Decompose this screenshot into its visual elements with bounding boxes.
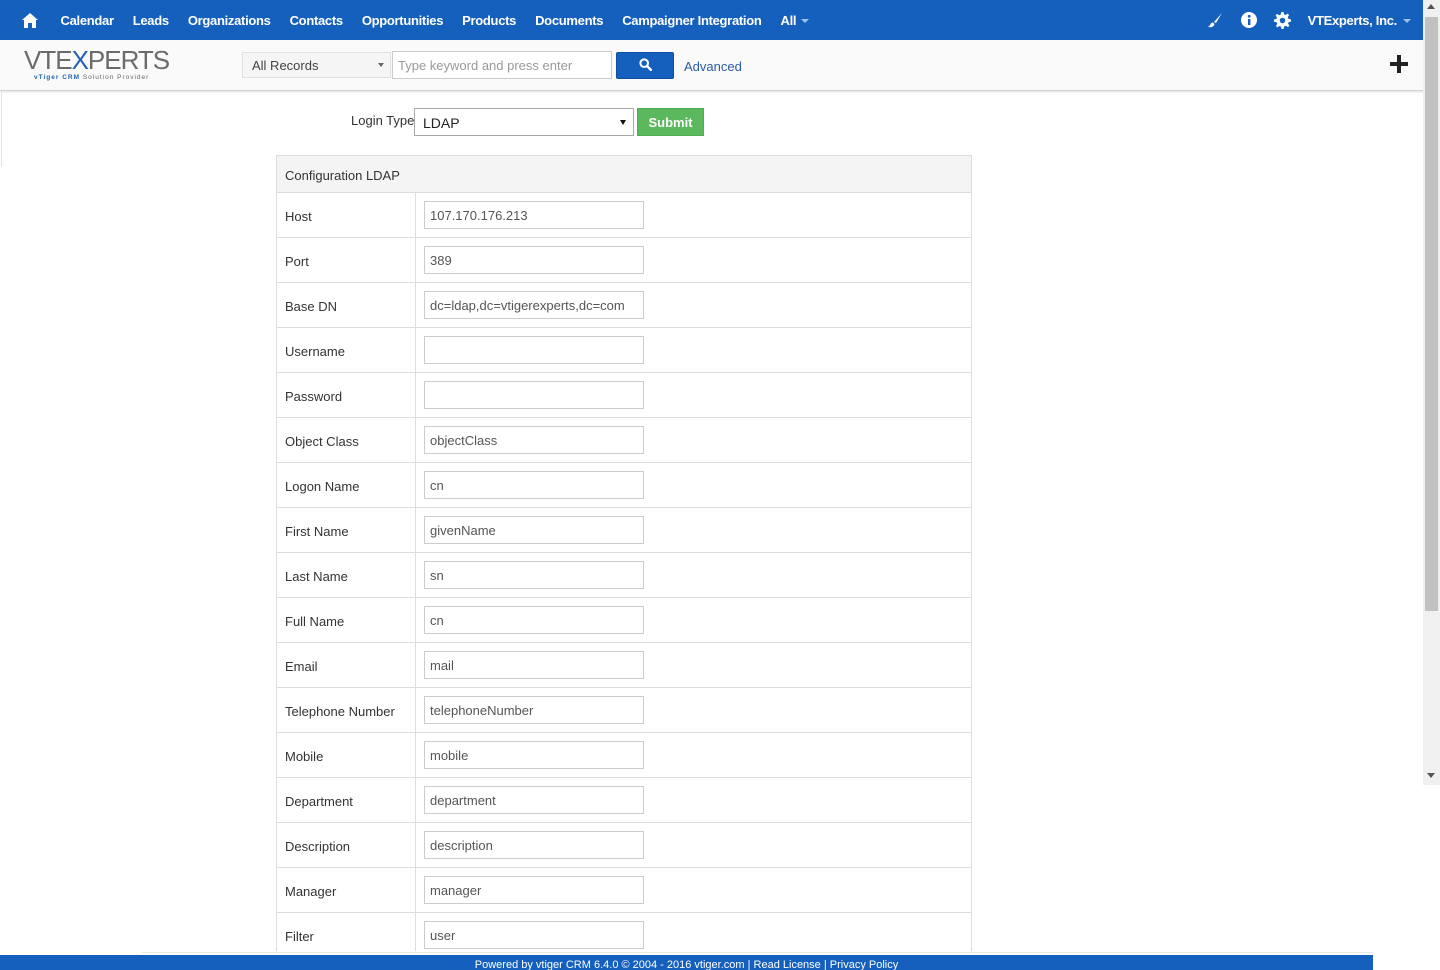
dropdown-arrow-icon bbox=[620, 120, 626, 125]
config-row-full-name: Full Name bbox=[277, 598, 971, 643]
config-row-username: Username bbox=[277, 328, 971, 373]
config-label: Email bbox=[277, 643, 416, 687]
nav-item-documents[interactable]: Documents bbox=[526, 13, 613, 28]
config-label: Description bbox=[277, 823, 416, 867]
scroll-up-icon[interactable] bbox=[1427, 4, 1435, 9]
nav-item-leads[interactable]: Leads bbox=[123, 13, 178, 28]
host-input[interactable] bbox=[424, 201, 644, 229]
page-scrollbar[interactable] bbox=[1423, 0, 1440, 785]
config-row-port: Port bbox=[277, 238, 971, 283]
chevron-down-icon bbox=[378, 63, 384, 67]
chevron-down-icon bbox=[1403, 19, 1411, 24]
config-title: Configuration LDAP bbox=[277, 156, 971, 193]
footer-bar: Powered by vtiger CRM 6.4.0 © 2004 - 201… bbox=[0, 955, 1373, 970]
submit-button[interactable]: Submit bbox=[637, 108, 704, 136]
config-row-manager: Manager bbox=[277, 868, 971, 913]
search-icon bbox=[638, 57, 652, 74]
config-row-password: Password bbox=[277, 373, 971, 418]
config-row-host: Host bbox=[277, 193, 971, 238]
port-input[interactable] bbox=[424, 246, 644, 274]
config-row-first-name: First Name bbox=[277, 508, 971, 553]
first-name-input[interactable] bbox=[424, 516, 644, 544]
object-class-input[interactable] bbox=[424, 426, 644, 454]
search-scope-select[interactable]: All Records bbox=[242, 52, 391, 78]
username-input[interactable] bbox=[424, 336, 644, 364]
config-label: Filter bbox=[277, 913, 416, 951]
advanced-search-link[interactable]: Advanced bbox=[684, 59, 742, 74]
search-bar-area: VTEXPERTS vTiger CRM Solution Provider A… bbox=[0, 40, 1423, 91]
config-row-object-class: Object Class bbox=[277, 418, 971, 463]
add-icon[interactable] bbox=[1390, 55, 1408, 73]
nav-item-all-dropdown[interactable]: All bbox=[771, 13, 819, 28]
paintbrush-icon[interactable] bbox=[1205, 10, 1225, 30]
full-name-input[interactable] bbox=[424, 606, 644, 634]
ldap-config-table: Configuration LDAP Host Port Base DN Use… bbox=[276, 155, 972, 951]
config-row-logon-name: Logon Name bbox=[277, 463, 971, 508]
config-row-filter: Filter bbox=[277, 913, 971, 951]
config-label: Department bbox=[277, 778, 416, 822]
footer-divider bbox=[142, 952, 1373, 953]
nav-item-contacts[interactable]: Contacts bbox=[280, 13, 352, 28]
login-type-select[interactable]: LDAP bbox=[414, 108, 634, 136]
search-scope-value: All Records bbox=[252, 58, 319, 73]
info-icon[interactable] bbox=[1239, 10, 1259, 30]
home-icon[interactable] bbox=[21, 11, 39, 29]
config-label: Last Name bbox=[277, 553, 416, 597]
user-name: VTExperts, Inc. bbox=[1307, 12, 1398, 28]
scrollbar-thumb[interactable] bbox=[1425, 17, 1438, 611]
chevron-down-icon bbox=[801, 19, 810, 24]
config-label: Port bbox=[277, 238, 416, 282]
password-input[interactable] bbox=[424, 381, 644, 409]
config-row-department: Department bbox=[277, 778, 971, 823]
nav-item-organizations[interactable]: Organizations bbox=[178, 13, 280, 28]
company-logo[interactable]: VTEXPERTS vTiger CRM Solution Provider bbox=[24, 47, 184, 85]
config-label: Logon Name bbox=[277, 463, 416, 507]
config-label: First Name bbox=[277, 508, 416, 552]
filter-input[interactable] bbox=[424, 921, 644, 949]
config-label: Username bbox=[277, 328, 416, 372]
left-panel-edge bbox=[0, 92, 2, 167]
nav-all-label: All bbox=[780, 12, 797, 28]
config-row-description: Description bbox=[277, 823, 971, 868]
gear-icon[interactable] bbox=[1273, 10, 1293, 30]
logon-name-input[interactable] bbox=[424, 471, 644, 499]
config-row-email: Email bbox=[277, 643, 971, 688]
nav-item-products[interactable]: Products bbox=[453, 13, 526, 28]
nav-item-calendar[interactable]: Calendar bbox=[51, 13, 123, 28]
config-row-telephone-number: Telephone Number bbox=[277, 688, 971, 733]
config-label: Manager bbox=[277, 868, 416, 912]
nav-item-campaigner-integration[interactable]: Campaigner Integration bbox=[613, 13, 771, 28]
department-input[interactable] bbox=[424, 786, 644, 814]
config-label: Object Class bbox=[277, 418, 416, 462]
config-label: Password bbox=[277, 373, 416, 417]
last-name-input[interactable] bbox=[424, 561, 644, 589]
description-input[interactable] bbox=[424, 831, 644, 859]
telephone-number-input[interactable] bbox=[424, 696, 644, 724]
search-button[interactable] bbox=[616, 52, 674, 79]
config-label: Base DN bbox=[277, 283, 416, 327]
config-label: Mobile bbox=[277, 733, 416, 777]
mobile-input[interactable] bbox=[424, 741, 644, 769]
config-row-last-name: Last Name bbox=[277, 553, 971, 598]
config-label: Host bbox=[277, 193, 416, 237]
logo-wordmark: VTEXPERTS bbox=[24, 45, 170, 75]
login-type-value: LDAP bbox=[423, 115, 460, 131]
manager-input[interactable] bbox=[424, 876, 644, 904]
config-label: Full Name bbox=[277, 598, 416, 642]
config-label: Telephone Number bbox=[277, 688, 416, 732]
email-input[interactable] bbox=[424, 651, 644, 679]
logo-tagline: vTiger CRM Solution Provider bbox=[34, 74, 150, 81]
search-input[interactable] bbox=[392, 51, 612, 79]
login-type-label: Login Type bbox=[351, 113, 415, 128]
nav-right-tools: VTExperts, Inc. bbox=[1198, 0, 1411, 40]
base-dn-input[interactable] bbox=[424, 291, 644, 319]
scroll-down-icon[interactable] bbox=[1427, 773, 1435, 778]
nav-item-opportunities[interactable]: Opportunities bbox=[352, 13, 452, 28]
user-menu[interactable]: VTExperts, Inc. bbox=[1308, 13, 1411, 28]
config-row-mobile: Mobile bbox=[277, 733, 971, 778]
config-row-base-dn: Base DN bbox=[277, 283, 971, 328]
top-navigation-bar: Calendar Leads Organizations Contacts Op… bbox=[0, 0, 1423, 40]
